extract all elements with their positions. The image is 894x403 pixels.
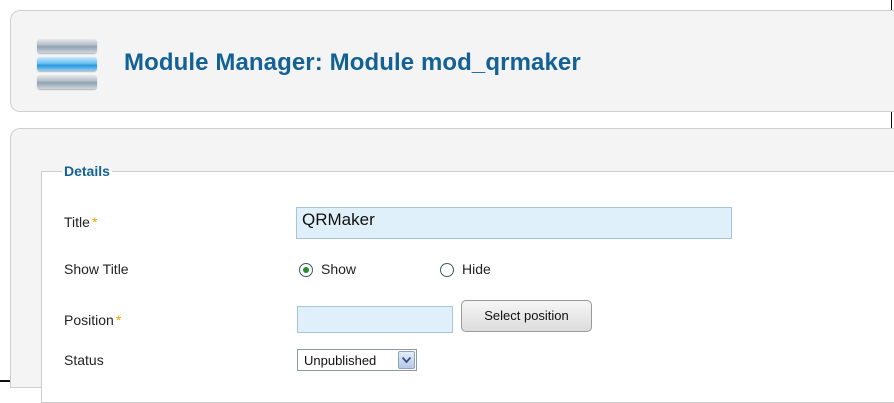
content-panel: Details xyxy=(10,128,894,403)
show-title-hide-radio[interactable] xyxy=(440,263,454,277)
title-label-text: Title xyxy=(64,214,90,230)
required-mark: * xyxy=(115,312,122,328)
select-position-button[interactable]: Select position xyxy=(461,300,592,332)
show-title-hide-label[interactable]: Hide xyxy=(462,261,491,277)
module-manager-icon xyxy=(37,27,97,97)
details-legend: Details xyxy=(64,163,110,179)
show-title-show-label[interactable]: Show xyxy=(321,261,356,277)
show-title-show-radio[interactable] xyxy=(299,263,313,277)
position-input[interactable] xyxy=(297,306,453,333)
title-input[interactable]: QRMaker xyxy=(296,207,732,239)
status-selected-value: Unpublished xyxy=(304,353,377,368)
title-label: Title * xyxy=(64,214,97,230)
required-mark: * xyxy=(91,214,98,230)
show-title-label: Show Title xyxy=(64,261,129,277)
page-header: Module Manager: Module mod_qrmaker xyxy=(10,10,894,112)
status-select[interactable]: Unpublished xyxy=(297,349,417,371)
position-label: Position * xyxy=(64,312,121,328)
chevron-down-icon[interactable] xyxy=(398,351,415,369)
details-fieldset: Details xyxy=(41,163,894,403)
page-title: Module Manager: Module mod_qrmaker xyxy=(124,49,581,76)
status-label: Status xyxy=(64,352,104,368)
position-label-text: Position xyxy=(64,312,114,328)
